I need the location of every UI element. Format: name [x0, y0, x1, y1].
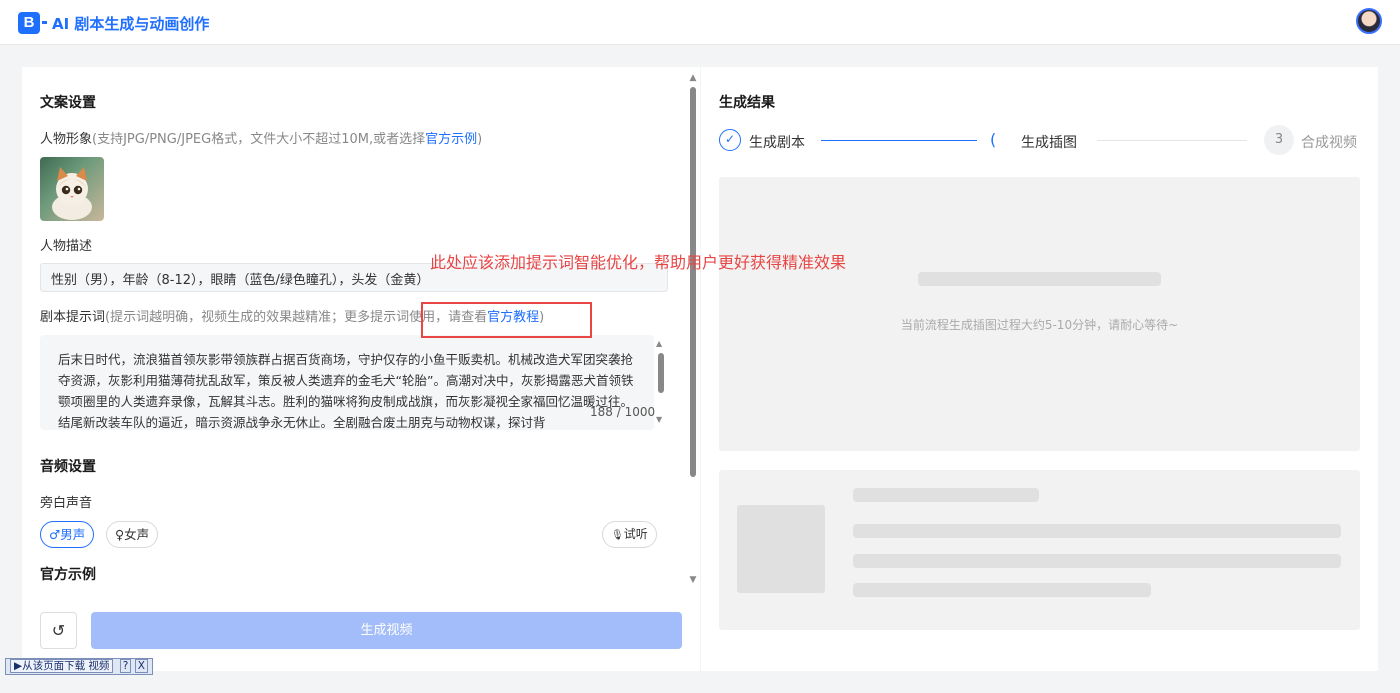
description-label: 人物描述 [40, 239, 93, 254]
waiting-text: 当前流程生成插图过程大约5-10分钟，请耐心等待~ [900, 318, 1179, 332]
character-image[interactable] [40, 157, 104, 221]
close-icon[interactable]: X [134, 659, 148, 673]
textarea-scrollbar[interactable]: ▲ ▼ [656, 339, 666, 429]
official-example-link[interactable]: 官方示例 [425, 132, 477, 147]
video-placeholder-card [719, 470, 1360, 630]
skeleton-line-4 [853, 583, 1151, 597]
male-voice-label: 男声 [60, 527, 86, 542]
male-voice-button[interactable]: ♂男声 [40, 521, 95, 548]
step-video-label: 合成视频 [1301, 135, 1357, 151]
official-examples-title: 官方示例 [40, 567, 96, 583]
skeleton-thumbnail [737, 505, 825, 593]
script-prompt-textarea[interactable]: 后末日时代，流浪猫首领灰影带领族群占据百货商场，守护仅存的小鱼干贩卖机。机械改造… [40, 335, 654, 430]
character-hint-end: ) [477, 132, 483, 147]
female-voice-label: 女声 [124, 527, 150, 542]
step-script-label: 生成剧本 [749, 135, 805, 151]
skeleton-line-1 [853, 488, 1039, 502]
illustration-placeholder-card: 当前流程生成插图过程大约5-10分钟，请耐心等待~ [719, 177, 1360, 451]
annotation-text: 此处应该添加提示词智能优化，帮助用户更好获得精准效果 [430, 253, 847, 272]
app-logo: B [18, 12, 47, 34]
listen-button[interactable]: 🎙试听 [602, 521, 657, 548]
step-done-icon: ✓ [719, 129, 741, 151]
scroll-up-icon[interactable]: ▲ [688, 73, 698, 83]
listen-label: 试听 [623, 527, 648, 541]
step-line-1 [821, 140, 977, 141]
audio-settings-title: 音频设置 [40, 459, 96, 475]
user-avatar[interactable] [1356, 8, 1382, 34]
download-video-link[interactable]: ▶从该页面下载 视频 [10, 659, 114, 673]
generate-video-button[interactable]: 生成视频 [91, 612, 682, 649]
skeleton-line-3 [853, 554, 1341, 568]
copy-settings-title: 文案设置 [40, 95, 96, 111]
step-illustration-label: 生成插图 [1021, 135, 1077, 151]
character-hint: (支持JPG/PNG/JPEG格式，文件大小不超过10M,或者选择 [92, 132, 426, 147]
step-three-number: 3 [1264, 125, 1294, 155]
character-label-row: 人物形象(支持JPG/PNG/JPEG格式，文件大小不超过10M,或者选择官方示… [40, 128, 482, 147]
annotation-box [421, 302, 592, 338]
help-icon[interactable]: ? [119, 659, 132, 673]
script-prompt-label: 剧本提示词 [40, 310, 106, 325]
mic-icon: 🎙 [611, 530, 624, 541]
narration-label: 旁白声音 [40, 496, 93, 511]
result-panel: 生成结果 ✓ 生成剧本 ( 生成插图 3 合成视频 当前流程生成插图过程大约5-… [701, 67, 1378, 671]
female-voice-button[interactable]: ♀女声 [106, 521, 159, 548]
download-bar[interactable]: ▶从该页面下载 视频 ? X [5, 658, 153, 675]
character-label: 人物形象 [40, 132, 93, 147]
top-bar: B AI 剧本生成与动画创作 [0, 0, 1400, 45]
result-title: 生成结果 [719, 95, 775, 111]
settings-panel: 文案设置 人物形象(支持JPG/PNG/JPEG格式，文件大小不超过10M,或者… [22, 67, 700, 671]
step-line-2 [1097, 140, 1247, 141]
male-icon: ♂ [49, 527, 61, 542]
reset-button[interactable]: ↺ [40, 612, 77, 649]
skeleton-line-2 [853, 524, 1341, 538]
scroll-down-icon[interactable]: ▼ [688, 575, 698, 585]
panel-scrollbar[interactable]: ▲ ▼ [688, 73, 698, 585]
app-title: AI 剧本生成与动画创作 [52, 15, 210, 33]
skeleton-bar [918, 272, 1161, 286]
scroll-thumb[interactable] [690, 87, 696, 477]
female-icon: ♀ [115, 527, 125, 542]
char-count: 188 / 1000 [590, 405, 656, 419]
refresh-icon: ↺ [51, 621, 66, 640]
step-loading-icon: ( [990, 130, 997, 149]
